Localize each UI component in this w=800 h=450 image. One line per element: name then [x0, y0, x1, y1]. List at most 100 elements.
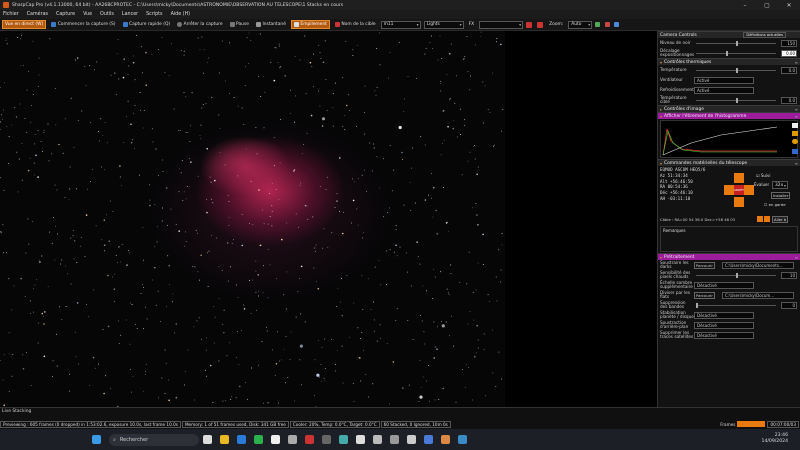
- menu-view[interactable]: Vue: [83, 12, 92, 17]
- banding-slider[interactable]: [696, 302, 776, 308]
- menu-cameras[interactable]: Caméras: [27, 12, 48, 17]
- app-icon[interactable]: [288, 435, 297, 444]
- settings-icon[interactable]: [614, 22, 620, 27]
- satellite-select[interactable]: Désactivé: [694, 331, 754, 339]
- planet-stab-select[interactable]: Désactivé: [694, 311, 754, 319]
- sharpcap-icon[interactable]: [305, 435, 314, 444]
- reset-icon[interactable]: [792, 139, 798, 144]
- app-icon-8[interactable]: [458, 435, 467, 444]
- histogram-header[interactable]: ▾ Afficher l'étirement de l'histogramme ≡: [658, 112, 800, 119]
- quick-capture-button[interactable]: Capture rapide (Q): [121, 20, 173, 29]
- pause-button[interactable]: Pause: [228, 20, 251, 29]
- menu-icon[interactable]: ≡: [795, 60, 798, 65]
- close-button[interactable]: ✕: [778, 0, 800, 10]
- firefox-icon[interactable]: [271, 435, 280, 444]
- install-button[interactable]: Installer: [771, 192, 791, 199]
- app-icon-5[interactable]: [407, 435, 416, 444]
- cooling-select[interactable]: Activé: [694, 86, 754, 94]
- stop-capture-button[interactable]: Arrêter la capture: [175, 20, 224, 29]
- menu-scripts[interactable]: Scripts: [146, 12, 162, 17]
- black-level-value[interactable]: 150: [781, 39, 797, 47]
- snapshot-button[interactable]: Instantané: [254, 20, 288, 29]
- app-icon-7[interactable]: [441, 435, 450, 444]
- save-icon[interactable]: [792, 149, 798, 154]
- flat-path-select[interactable]: C:\Users\micky\Docum...: [722, 291, 794, 299]
- notes-area[interactable]: Remarques: [660, 226, 798, 252]
- stellarium-icon[interactable]: [322, 435, 331, 444]
- goto-arrow-icon[interactable]: [764, 216, 770, 222]
- histogram-graph[interactable]: [660, 120, 798, 158]
- live-stacking-tab[interactable]: Live Stacking: [0, 407, 800, 415]
- thermal-controls-header[interactable]: ▾ Contrôles thermiques ≡: [658, 58, 800, 65]
- telescope-header[interactable]: ▾ Commandes matérielles du télescope ≡: [658, 159, 800, 166]
- target-temp-value[interactable]: 0.0: [781, 96, 797, 104]
- menu-capture[interactable]: Capture: [56, 12, 75, 17]
- stack-button[interactable]: Empilement: [290, 20, 330, 29]
- menu-launch[interactable]: Lancer: [122, 12, 138, 17]
- start-capture-button[interactable]: Commencer la capture (S): [49, 20, 117, 29]
- zoom-select[interactable]: Auto: [568, 20, 593, 29]
- east-arrow-icon[interactable]: [744, 185, 754, 195]
- goto-button[interactable]: Aller à: [772, 216, 789, 223]
- reticle-icon[interactable]: [604, 22, 610, 27]
- fan-select[interactable]: Activé: [694, 76, 754, 84]
- park-checkbox[interactable]: ☐ en garde: [764, 202, 786, 207]
- slider-knob[interactable]: [726, 50, 728, 56]
- west-arrow-icon[interactable]: [724, 185, 734, 195]
- hot-pixel-slider[interactable]: [696, 272, 776, 278]
- whatsapp-icon[interactable]: [254, 435, 263, 444]
- app-icon-2[interactable]: [356, 435, 365, 444]
- crosshair-icon[interactable]: [526, 21, 533, 28]
- app-icon-4[interactable]: [390, 435, 399, 444]
- minimize-button[interactable]: –: [734, 0, 756, 10]
- background-select[interactable]: Désactivé: [694, 321, 754, 329]
- slider-knob[interactable]: [736, 272, 738, 278]
- stop-slew-button[interactable]: ARRÊTEZ: [734, 185, 748, 195]
- folder-icon[interactable]: [220, 435, 229, 444]
- live-view-button[interactable]: Vue en direct (W): [2, 20, 47, 29]
- browse-dark-button[interactable]: Parcourir: [694, 261, 715, 269]
- taskbar-search[interactable]: ⌕ Rechercher: [109, 433, 199, 446]
- browse-flat-button[interactable]: Parcourir: [694, 291, 715, 299]
- fx-select[interactable]: [479, 20, 524, 29]
- zoom-icon[interactable]: [792, 123, 798, 128]
- edge-icon[interactable]: [237, 435, 246, 444]
- slider-knob[interactable]: [736, 97, 738, 103]
- menu-icon[interactable]: ≡: [795, 107, 798, 112]
- menu-icon[interactable]: ≡: [795, 114, 798, 119]
- photo-app-icon[interactable]: [339, 435, 348, 444]
- north-arrow-icon[interactable]: [734, 173, 744, 183]
- offset-slider[interactable]: [696, 50, 776, 56]
- histogram-icon[interactable]: [595, 22, 601, 27]
- target-name-input[interactable]: m11: [380, 20, 421, 29]
- menu-icon[interactable]: ≡: [795, 255, 798, 260]
- menu-icon[interactable]: ≡: [795, 161, 798, 166]
- system-clock[interactable]: 23:46 14/09/2024: [762, 433, 788, 445]
- app-icon-6[interactable]: [424, 435, 433, 444]
- frame-type-select[interactable]: Lights: [423, 20, 464, 29]
- camera-controls-header[interactable]: Camera Controls Définitions actuelles: [658, 31, 800, 38]
- image-controls-header[interactable]: ▸ Contrôles d'image ≡: [658, 105, 800, 112]
- menu-file[interactable]: Fichier: [3, 12, 19, 17]
- menu-tools[interactable]: Outils: [100, 12, 114, 17]
- windows-start-icon[interactable]: [92, 435, 101, 444]
- hot-pixel-value[interactable]: 10: [781, 271, 797, 279]
- banding-value[interactable]: 0: [781, 301, 797, 309]
- slider-knob[interactable]: [736, 40, 738, 46]
- focus-icon[interactable]: [536, 21, 543, 28]
- file-explorer-icon[interactable]: [203, 435, 212, 444]
- slider-knob[interactable]: [696, 302, 698, 308]
- app-icon-3[interactable]: [373, 435, 382, 444]
- tracking-checkbox[interactable]: ☑ Suivi: [756, 173, 771, 178]
- black-level-slider[interactable]: [696, 40, 776, 46]
- preprocessing-header[interactable]: ▾ Prétraitement ≡: [658, 253, 800, 260]
- dark-path-select[interactable]: C:\Users\micky\Documents...: [722, 261, 794, 269]
- sync-icon[interactable]: [757, 216, 763, 222]
- offset-value[interactable]: 0.00: [781, 49, 797, 57]
- menu-help[interactable]: Aide (H): [171, 12, 191, 17]
- speed-select[interactable]: 32x: [772, 181, 788, 189]
- south-arrow-icon[interactable]: [734, 197, 744, 207]
- lightning-icon[interactable]: [792, 131, 798, 136]
- maximize-button[interactable]: ▢: [756, 0, 778, 10]
- dark-scale-select[interactable]: Désactivé: [694, 281, 754, 289]
